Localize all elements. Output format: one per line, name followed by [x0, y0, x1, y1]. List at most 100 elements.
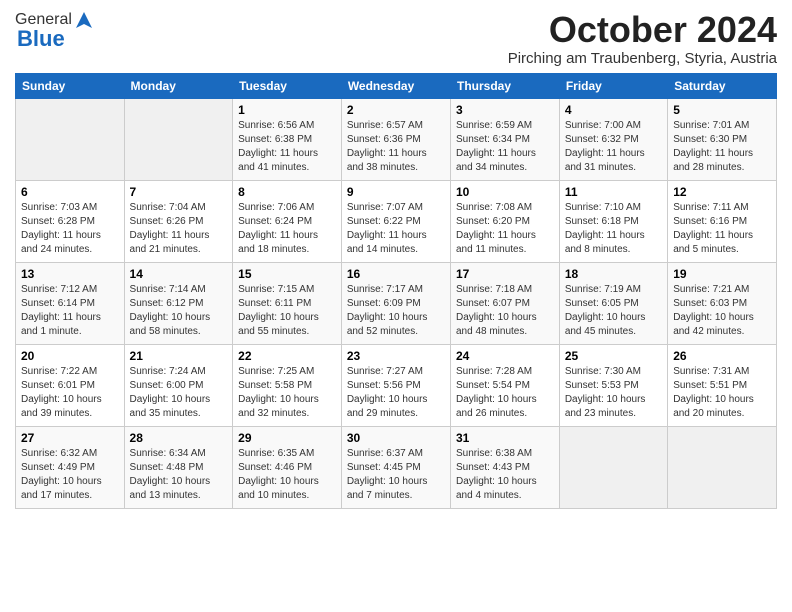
calendar-cell: 22Sunrise: 7:25 AM Sunset: 5:58 PM Dayli… [233, 344, 342, 426]
day-info: Sunrise: 7:11 AM Sunset: 6:16 PM Dayligh… [673, 201, 771, 257]
day-info: Sunrise: 6:38 AM Sunset: 4:43 PM Dayligh… [456, 447, 554, 503]
day-info: Sunrise: 7:15 AM Sunset: 6:11 PM Dayligh… [238, 283, 336, 339]
day-number: 9 [347, 185, 445, 199]
day-number: 7 [130, 185, 228, 199]
day-info: Sunrise: 7:03 AM Sunset: 6:28 PM Dayligh… [21, 201, 119, 257]
day-number: 25 [565, 349, 662, 363]
day-info: Sunrise: 6:56 AM Sunset: 6:38 PM Dayligh… [238, 119, 336, 175]
weekday-header-tuesday: Tuesday [233, 73, 342, 98]
calendar-cell: 19 Sunrise: 7:21 AM Sunset: 6:03 PM Dayli… [668, 262, 777, 344]
calendar-cell: 1 Sunrise: 6:56 AM Sunset: 6:38 PM Daylig… [233, 98, 342, 180]
day-number: 11 [565, 185, 662, 199]
day-number: 8 [238, 185, 336, 199]
day-info: Sunrise: 6:57 AM Sunset: 6:36 PM Dayligh… [347, 119, 445, 175]
logo-blue-text: Blue [15, 26, 65, 52]
day-number: 20 [21, 349, 119, 363]
day-info: Sunrise: 7:21 AM Sunset: 6:03 PM Dayligh… [673, 283, 771, 339]
weekday-header-row: SundayMondayTuesdayWednesdayThursdayFrid… [16, 73, 777, 98]
calendar-cell [124, 98, 233, 180]
calendar-cell: 14 Sunrise: 7:14 AM Sunset: 6:12 PM Dayli… [124, 262, 233, 344]
day-info: Sunrise: 7:08 AM Sunset: 6:20 PM Dayligh… [456, 201, 554, 257]
day-info: Sunrise: 6:35 AM Sunset: 4:46 PM Dayligh… [238, 447, 336, 503]
calendar-cell: 6 Sunrise: 7:03 AM Sunset: 6:28 PM Daylig… [16, 180, 125, 262]
calendar-cell: 10 Sunrise: 7:08 AM Sunset: 6:20 PM Dayli… [450, 180, 559, 262]
calendar-cell: 9Sunrise: 7:07 AM Sunset: 6:22 PM Daylig… [341, 180, 450, 262]
day-info: Sunrise: 6:34 AM Sunset: 4:48 PM Dayligh… [130, 447, 228, 503]
day-number: 3 [456, 103, 554, 117]
calendar-cell: 2 Sunrise: 6:57 AM Sunset: 6:36 PM Daylig… [341, 98, 450, 180]
calendar-cell: 13 Sunrise: 7:12 AM Sunset: 6:14 PM Dayli… [16, 262, 125, 344]
day-number: 30 [347, 431, 445, 445]
calendar-cell: 28 Sunrise: 6:34 AM Sunset: 4:48 PM Dayli… [124, 426, 233, 508]
logo: General Blue [15, 10, 94, 52]
week-row-3: 13 Sunrise: 7:12 AM Sunset: 6:14 PM Dayli… [16, 262, 777, 344]
calendar-cell [559, 426, 667, 508]
calendar-cell: 30Sunrise: 6:37 AM Sunset: 4:45 PM Dayli… [341, 426, 450, 508]
day-info: Sunrise: 7:30 AM Sunset: 5:53 PM Dayligh… [565, 365, 662, 421]
calendar-cell: 5 Sunrise: 7:01 AM Sunset: 6:30 PM Daylig… [668, 98, 777, 180]
month-title: October 2024 [508, 10, 777, 50]
day-number: 17 [456, 267, 554, 281]
weekday-header-saturday: Saturday [668, 73, 777, 98]
day-info: Sunrise: 7:01 AM Sunset: 6:30 PM Dayligh… [673, 119, 771, 175]
title-block: October 2024 Pirching am Traubenberg, St… [508, 10, 777, 67]
calendar-cell: 16 Sunrise: 7:17 AM Sunset: 6:09 PM Dayli… [341, 262, 450, 344]
day-info: Sunrise: 7:00 AM Sunset: 6:32 PM Dayligh… [565, 119, 662, 175]
day-number: 21 [130, 349, 228, 363]
week-row-4: 20Sunrise: 7:22 AM Sunset: 6:01 PM Dayli… [16, 344, 777, 426]
calendar-cell [16, 98, 125, 180]
day-number: 31 [456, 431, 554, 445]
day-info: Sunrise: 7:19 AM Sunset: 6:05 PM Dayligh… [565, 283, 662, 339]
day-info: Sunrise: 7:27 AM Sunset: 5:56 PM Dayligh… [347, 365, 445, 421]
calendar-cell: 3 Sunrise: 6:59 AM Sunset: 6:34 PM Daylig… [450, 98, 559, 180]
page-header: General Blue October 2024 Pirching am Tr… [15, 10, 777, 67]
day-number: 2 [347, 103, 445, 117]
day-number: 6 [21, 185, 119, 199]
weekday-header-friday: Friday [559, 73, 667, 98]
day-number: 1 [238, 103, 336, 117]
calendar-cell: 17Sunrise: 7:18 AM Sunset: 6:07 PM Dayli… [450, 262, 559, 344]
calendar-cell: 20Sunrise: 7:22 AM Sunset: 6:01 PM Dayli… [16, 344, 125, 426]
day-info: Sunrise: 7:24 AM Sunset: 6:00 PM Dayligh… [130, 365, 228, 421]
day-info: Sunrise: 7:14 AM Sunset: 6:12 PM Dayligh… [130, 283, 228, 339]
day-number: 10 [456, 185, 554, 199]
calendar-cell: 21 Sunrise: 7:24 AM Sunset: 6:00 PM Dayli… [124, 344, 233, 426]
day-number: 5 [673, 103, 771, 117]
logo-icon [74, 10, 94, 30]
calendar-cell: 11Sunrise: 7:10 AM Sunset: 6:18 PM Dayli… [559, 180, 667, 262]
day-info: Sunrise: 6:59 AM Sunset: 6:34 PM Dayligh… [456, 119, 554, 175]
day-info: Sunrise: 7:04 AM Sunset: 6:26 PM Dayligh… [130, 201, 228, 257]
week-row-5: 27 Sunrise: 6:32 AM Sunset: 4:49 PM Dayli… [16, 426, 777, 508]
calendar-cell: 12Sunrise: 7:11 AM Sunset: 6:16 PM Dayli… [668, 180, 777, 262]
calendar-cell: 7 Sunrise: 7:04 AM Sunset: 6:26 PM Daylig… [124, 180, 233, 262]
day-number: 4 [565, 103, 662, 117]
day-number: 16 [347, 267, 445, 281]
calendar-cell: 26Sunrise: 7:31 AM Sunset: 5:51 PM Dayli… [668, 344, 777, 426]
week-row-1: 1 Sunrise: 6:56 AM Sunset: 6:38 PM Daylig… [16, 98, 777, 180]
day-number: 29 [238, 431, 336, 445]
weekday-header-sunday: Sunday [16, 73, 125, 98]
calendar-cell: 29 Sunrise: 6:35 AM Sunset: 4:46 PM Dayli… [233, 426, 342, 508]
calendar-cell: 15Sunrise: 7:15 AM Sunset: 6:11 PM Dayli… [233, 262, 342, 344]
calendar-cell: 4 Sunrise: 7:00 AM Sunset: 6:32 PM Daylig… [559, 98, 667, 180]
calendar-cell: 18 Sunrise: 7:19 AM Sunset: 6:05 PM Dayli… [559, 262, 667, 344]
day-info: Sunrise: 7:12 AM Sunset: 6:14 PM Dayligh… [21, 283, 119, 339]
day-number: 18 [565, 267, 662, 281]
day-number: 19 [673, 267, 771, 281]
calendar-cell: 27 Sunrise: 6:32 AM Sunset: 4:49 PM Dayli… [16, 426, 125, 508]
day-number: 28 [130, 431, 228, 445]
day-number: 26 [673, 349, 771, 363]
day-number: 13 [21, 267, 119, 281]
day-number: 23 [347, 349, 445, 363]
week-row-2: 6 Sunrise: 7:03 AM Sunset: 6:28 PM Daylig… [16, 180, 777, 262]
weekday-header-wednesday: Wednesday [341, 73, 450, 98]
calendar-cell [668, 426, 777, 508]
day-info: Sunrise: 7:17 AM Sunset: 6:09 PM Dayligh… [347, 283, 445, 339]
day-info: Sunrise: 6:32 AM Sunset: 4:49 PM Dayligh… [21, 447, 119, 503]
day-info: Sunrise: 7:25 AM Sunset: 5:58 PM Dayligh… [238, 365, 336, 421]
calendar-cell: 31 Sunrise: 6:38 AM Sunset: 4:43 PM Dayli… [450, 426, 559, 508]
day-number: 27 [21, 431, 119, 445]
weekday-header-monday: Monday [124, 73, 233, 98]
day-number: 14 [130, 267, 228, 281]
calendar-cell: 24Sunrise: 7:28 AM Sunset: 5:54 PM Dayli… [450, 344, 559, 426]
